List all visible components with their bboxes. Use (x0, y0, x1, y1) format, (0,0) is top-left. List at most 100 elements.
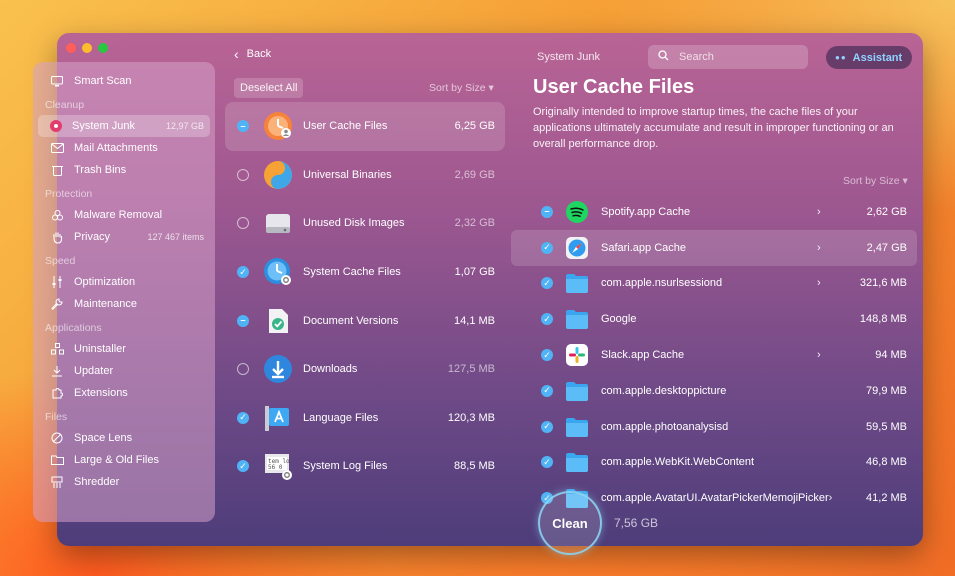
sidebar-item-shredder[interactable]: Shredder (38, 471, 210, 493)
selection-checkbox[interactable]: ✓ (541, 241, 553, 254)
spotify-icon (565, 200, 589, 224)
zoom-window-button[interactable] (98, 43, 108, 53)
universal-binaries-icon (263, 160, 293, 190)
category-size: 88,5 MB (454, 460, 495, 473)
sidebar-item-space-lens[interactable]: Space Lens (38, 427, 210, 449)
category-row[interactable]: Universal Binaries 2,69 GB (225, 151, 505, 200)
cache-file-row[interactable]: ✓ com.apple.WebKit.WebContent 46,8 MB (511, 445, 917, 481)
selection-checkbox[interactable]: – (541, 205, 553, 218)
selection-checkbox[interactable]: – (237, 120, 249, 133)
cache-file-row[interactable]: ✓ Google 148,8 MB (511, 301, 917, 337)
selection-checkbox[interactable]: ✓ (541, 277, 553, 290)
category-name: Language Files (303, 411, 379, 424)
folder-icon (565, 307, 589, 331)
selection-checkbox[interactable] (237, 217, 249, 230)
space-lens-icon (50, 431, 64, 445)
selection-checkbox[interactable]: ✓ (237, 460, 249, 473)
cache-file-list: – Spotify.app Cache › 2,62 GB ✓ Safari.app Ca… (511, 194, 917, 516)
deselect-all-button[interactable]: Deselect All (234, 78, 304, 98)
selection-checkbox[interactable]: ✓ (541, 420, 553, 433)
category-row[interactable]: ✓ Language Files 120,3 MB (225, 394, 505, 443)
page-description: Originally intended to improve startup t… (533, 106, 894, 150)
sidebar-item-mail-attachments[interactable]: Mail Attachments (38, 137, 210, 159)
selection-checkbox[interactable] (237, 363, 249, 376)
sidebar-item-uninstaller[interactable]: Uninstaller (38, 338, 210, 360)
cache-file-row[interactable]: ✓ com.apple.nsurlsessiond › 321,6 MB (511, 266, 917, 302)
hand-icon (50, 230, 64, 244)
selection-checkbox[interactable]: ✓ (541, 313, 553, 326)
sidebar-item-large-old-files[interactable]: Large & Old Files (38, 449, 210, 471)
sidebar-item-malware-removal[interactable]: Malware Removal (38, 204, 210, 226)
category-row[interactable]: ✓ tem lo 56 0 System Log Files 88,5 MB (225, 442, 505, 491)
sidebar-item-label: Updater (74, 365, 114, 377)
selection-checkbox[interactable]: – (237, 314, 249, 327)
selection-checkbox[interactable]: ✓ (541, 384, 553, 397)
sidebar-item-label: Space Lens (74, 432, 133, 444)
sidebar-item-extensions[interactable]: Extensions (38, 382, 210, 404)
folder-icon (565, 271, 589, 295)
sidebar-item-meta: 12,97 GB (165, 121, 204, 131)
search-icon (658, 50, 669, 64)
assistant-dots-icon: ●● (835, 53, 847, 62)
page-title: User Cache Files (533, 76, 695, 98)
detail-sort-by-size-button[interactable]: Sort by Size ▾ (843, 175, 908, 187)
selection-checkbox[interactable]: ✓ (541, 349, 553, 362)
sidebar-item-optimization[interactable]: Optimization (38, 271, 210, 293)
chevron-right-icon[interactable]: › (817, 349, 847, 361)
back-label: Back (246, 48, 272, 60)
cache-file-name: com.apple.nsurlsessiond (601, 277, 723, 290)
cache-file-name: com.apple.AvatarUI.AvatarPickerMemojiPic… (601, 492, 829, 505)
selection-checkbox[interactable]: ✓ (541, 456, 553, 469)
minimize-window-button[interactable] (82, 43, 92, 53)
category-row[interactable]: ✓ System Cache Files 1,07 GB (225, 248, 505, 297)
sort-by-size-button[interactable]: Sort by Size ▾ (429, 82, 494, 94)
sidebar-item-maintenance[interactable]: Maintenance (38, 293, 210, 315)
sidebar-item-label: Malware Removal (74, 209, 163, 221)
chevron-right-icon[interactable]: › (817, 277, 847, 289)
disk-image-icon (263, 208, 293, 238)
sidebar-item-label: Large & Old Files (74, 454, 159, 466)
sidebar-item-label: Smart Scan (74, 75, 132, 87)
category-row[interactable]: Downloads 127,5 MB (225, 345, 505, 394)
sidebar-item-updater[interactable]: Updater (38, 360, 210, 382)
selection-checkbox[interactable]: ✓ (237, 266, 249, 279)
category-name: System Log Files (303, 460, 388, 473)
search-input[interactable]: Search (648, 45, 808, 69)
extensions-icon (50, 386, 64, 400)
sidebar-item-label: Maintenance (74, 298, 137, 310)
assistant-button[interactable]: ●● Assistant (826, 46, 912, 69)
cache-file-name: Google (601, 313, 637, 326)
cache-file-row[interactable]: ✓ com.apple.photoanalysisd 59,5 MB (511, 409, 917, 445)
sidebar: Smart Scan Cleanup System Junk 12,97 GB Mai… (33, 62, 215, 522)
chevron-right-icon[interactable]: › (817, 206, 847, 218)
updater-icon (50, 364, 64, 378)
cache-file-size: 46,8 MB (866, 456, 907, 469)
svg-text:56 0: 56 0 (268, 464, 283, 471)
sidebar-item-system-junk[interactable]: System Junk 12,97 GB (38, 115, 210, 137)
category-row[interactable]: Unused Disk Images 2,32 GB (225, 199, 505, 248)
close-window-button[interactable] (66, 43, 76, 53)
document-versions-icon (263, 306, 293, 336)
cache-file-size: 2,47 GB (866, 241, 907, 254)
selection-checkbox[interactable]: ✓ (237, 411, 249, 424)
sidebar-item-trash-bins[interactable]: Trash Bins (38, 159, 210, 181)
cache-file-row[interactable]: ✓ Safari.app Cache › 2,47 GB (511, 229, 917, 266)
sidebar-item-privacy[interactable]: Privacy 127 467 items (38, 226, 210, 248)
clean-button[interactable]: Clean (538, 491, 602, 555)
sidebar-section-title: Speed (45, 255, 76, 267)
back-button[interactable]: ‹ Back (234, 46, 271, 62)
category-name: Downloads (303, 363, 358, 376)
chevron-right-icon[interactable]: › (817, 242, 847, 254)
search-placeholder: Search (679, 51, 714, 63)
sidebar-item-smart-scan[interactable]: Smart Scan (38, 70, 210, 92)
chevron-right-icon[interactable]: › (829, 492, 855, 504)
cache-file-row[interactable]: – Spotify.app Cache › 2,62 GB (511, 194, 917, 230)
category-row[interactable]: – Document Versions 14,1 MB (225, 296, 505, 345)
cache-file-row[interactable]: ✓ Slack.app Cache › 94 MB (511, 337, 917, 373)
category-row[interactable]: – User Cache Files 6,25 GB (225, 102, 505, 151)
sidebar-section-title: Applications (45, 322, 102, 334)
selection-checkbox[interactable] (237, 168, 249, 181)
folder-icon (565, 450, 589, 474)
safari-icon (565, 236, 589, 260)
cache-file-row[interactable]: ✓ com.apple.desktoppicture 79,9 MB (511, 373, 917, 409)
